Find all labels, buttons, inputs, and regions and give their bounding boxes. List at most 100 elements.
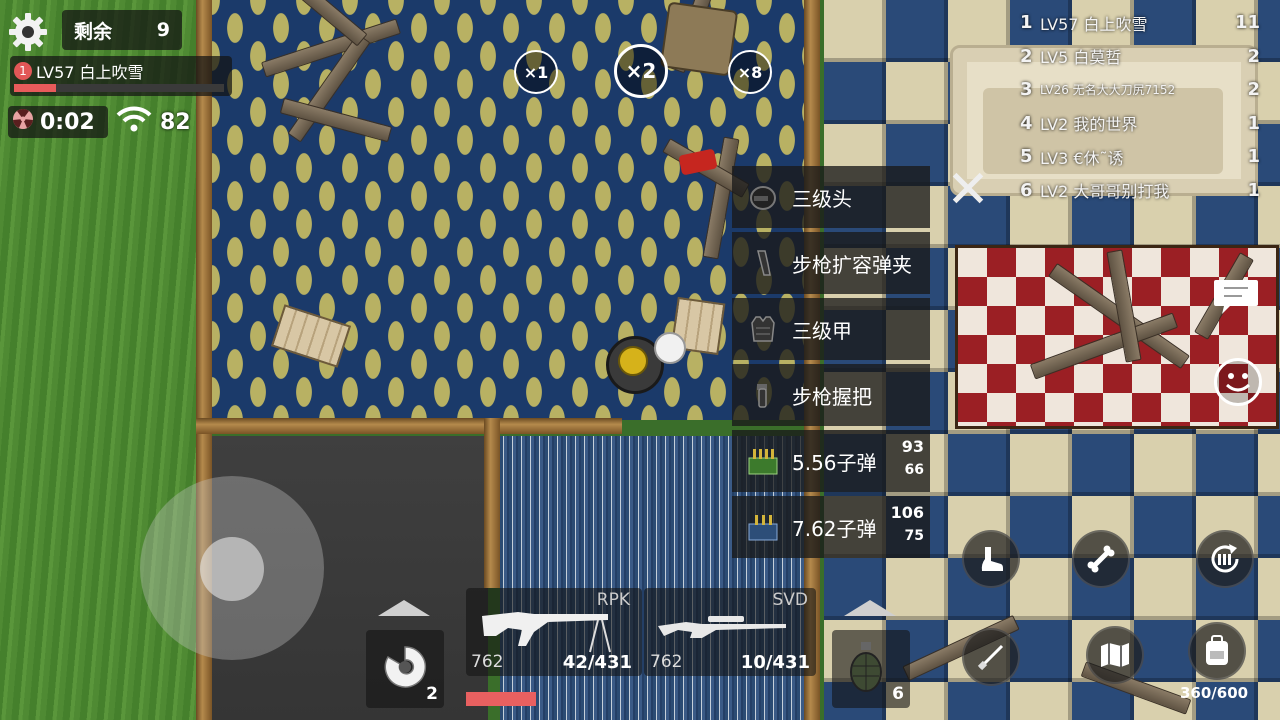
loot-item[interactable]: 步枪扩容弹夹	[732, 232, 930, 294]
rpk-rifle-icon	[478, 602, 628, 658]
leaderboard-name: LV57 白上吹雪	[1040, 14, 1148, 34]
loot-item-name: 三级甲	[792, 318, 852, 343]
loot-panel: 三级头 步枪扩容弹夹 三级甲 步枪握把 5.56子弹 93 66 7.62子弹	[732, 166, 930, 574]
chat-bubble-icon[interactable]	[1212, 278, 1260, 318]
player-status: 1 LV57 白上吹雪	[10, 56, 232, 96]
leaderboard-row: 6 LV2 大哥哥别打我 1	[1020, 174, 1260, 208]
svd-rifle-icon	[656, 614, 806, 648]
player-character	[602, 328, 686, 398]
loot-item[interactable]: 步枪握把	[732, 364, 930, 426]
helmet-icon	[746, 180, 780, 214]
leaderboard-rank: 6	[1020, 179, 1033, 201]
grenade-icon	[846, 640, 886, 698]
leaderboard-rank: 1	[1020, 12, 1033, 34]
ammo-count-top: 106	[890, 503, 924, 522]
kill-leaderboard: 1 LV57 白上吹雪 11 2 LV5 白莫哲 2 3 LV26 无名大大刀尻…	[1020, 6, 1260, 207]
scope-1x-button[interactable]: ×1	[514, 50, 558, 94]
radiation-icon	[12, 108, 34, 136]
joystick-thumb[interactable]	[200, 537, 264, 601]
grenade-count: 6	[892, 684, 904, 704]
bone-icon[interactable]	[1072, 530, 1130, 588]
wall	[196, 418, 622, 434]
loot-item[interactable]: 三级头	[732, 166, 930, 228]
secondary-ammo-count: 10/431	[740, 652, 810, 673]
backpack-icon[interactable]	[1188, 622, 1246, 680]
loot-item[interactable]: 5.56子弹 93 66	[732, 430, 930, 492]
loot-item[interactable]: 三级甲	[732, 298, 930, 360]
leaderboard-row: 3 LV26 无名大大刀尻7152 2	[1020, 73, 1260, 107]
bandage-icon	[380, 642, 430, 696]
zone-timer-text: 0:02	[40, 109, 95, 135]
reload-icon[interactable]	[1196, 530, 1254, 588]
scope-8x-button[interactable]: ×8	[728, 50, 772, 94]
magazine-icon	[746, 246, 780, 280]
scope-2x-button[interactable]: ×2	[614, 44, 668, 98]
leaderboard-name: LV2 我的世界	[1040, 115, 1138, 135]
leaderboard-name: LV2 大哥哥别打我	[1040, 182, 1170, 202]
heal-count: 2	[426, 684, 438, 704]
scope-selector: ×1 ×2 ×8	[510, 44, 780, 98]
player-name: LV57 白上吹雪	[36, 63, 144, 82]
weapon-bar: RPK 762 42/431 SVD 762 10/431	[466, 588, 816, 718]
wifi-icon	[116, 106, 152, 138]
primary-weapon-slot[interactable]: RPK 762 42/431	[466, 588, 642, 676]
leaderboard-row: 5 LV3 €休˜诱 1	[1020, 140, 1260, 174]
remaining-players: 剩余 9	[62, 10, 182, 50]
ammo-556-icon	[746, 444, 780, 478]
leaderboard-row: 4 LV2 我的世界 1	[1020, 107, 1260, 141]
ammo-count-bottom: 66	[904, 462, 924, 478]
leaderboard-row: 2 LV5 白莫哲 2	[1020, 40, 1260, 74]
leaderboard-rank: 4	[1020, 112, 1033, 134]
player-health-bar	[14, 84, 224, 92]
heal-slot-expand-arrow-icon[interactable]	[378, 600, 430, 616]
loot-item-name: 7.62子弹	[792, 516, 877, 541]
player-badge: 1	[14, 62, 32, 80]
ammo-count-top: 93	[901, 437, 924, 456]
loot-item-name: 三级头	[792, 186, 852, 211]
vest-icon	[746, 312, 780, 346]
crouch-boot-icon[interactable]	[962, 530, 1020, 588]
ping-value: 82	[160, 109, 191, 135]
leaderboard-name: LV5 白莫哲	[1040, 48, 1122, 68]
leaderboard-kills: 1	[1247, 112, 1260, 134]
ammo-762-icon	[746, 510, 780, 544]
secondary-weapon-name: SVD	[772, 590, 808, 610]
wall	[484, 418, 500, 588]
leaderboard-kills: 2	[1247, 45, 1260, 67]
grenade-slot-expand-arrow-icon[interactable]	[844, 600, 896, 616]
melee-knife-icon[interactable]	[962, 628, 1020, 686]
leaderboard-kills: 1	[1247, 146, 1260, 168]
leaderboard-rank: 2	[1020, 45, 1033, 67]
close-loot-icon[interactable]: ✕	[944, 164, 992, 216]
leaderboard-kills: 1	[1247, 179, 1260, 201]
leaderboard-row: 1 LV57 白上吹雪 11	[1020, 6, 1260, 40]
backpack-capacity: 360/600	[1180, 684, 1249, 702]
weapon-health-bar	[466, 692, 536, 706]
zone-timer: 0:02	[8, 106, 108, 138]
grip-icon	[746, 378, 780, 412]
settings-gear-icon[interactable]	[6, 10, 50, 54]
secondary-ammo-type: 762	[650, 652, 683, 672]
leaderboard-kills: 11	[1234, 12, 1260, 34]
leaderboard-rank: 5	[1020, 146, 1033, 168]
emoji-smiley-icon[interactable]	[1214, 358, 1262, 406]
ammo-count-bottom: 75	[904, 528, 924, 544]
network-status: 82	[116, 106, 191, 138]
loot-item-count: 93 66	[902, 436, 924, 481]
map-icon[interactable]	[1086, 626, 1144, 684]
remaining-count: 9	[156, 19, 170, 41]
secondary-weapon-slot[interactable]: SVD 762 10/431	[644, 588, 816, 676]
leaderboard-kills: 2	[1247, 79, 1260, 101]
remaining-label: 剩余	[74, 20, 113, 43]
leaderboard-rank: 3	[1020, 79, 1033, 101]
heal-item-slot[interactable]: 2	[366, 630, 444, 708]
grenade-slot[interactable]: 6	[832, 630, 910, 708]
loot-item[interactable]: 7.62子弹 106 75	[732, 496, 930, 558]
loot-item-name: 5.56子弹	[792, 450, 877, 475]
leaderboard-name: LV3 €休˜诱	[1040, 148, 1124, 168]
loot-item-name: 步枪握把	[792, 384, 872, 409]
primary-ammo-type: 762	[471, 652, 504, 672]
player-health-fill	[14, 84, 56, 92]
loot-item-name: 步枪扩容弹夹	[792, 252, 912, 277]
primary-ammo-count: 42/431	[562, 652, 632, 673]
